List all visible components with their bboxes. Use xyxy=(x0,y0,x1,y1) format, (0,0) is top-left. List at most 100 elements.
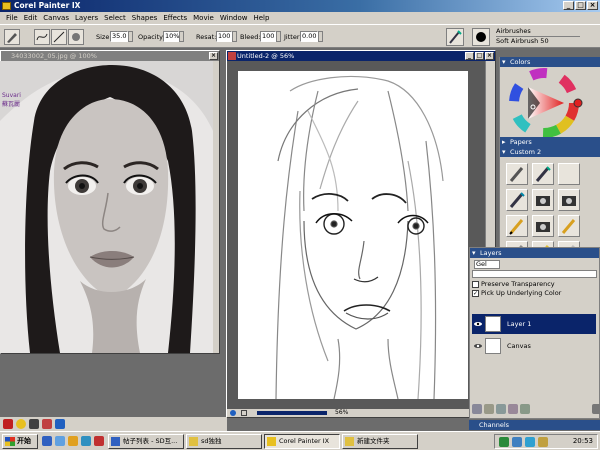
layer-opacity-slider[interactable] xyxy=(472,270,597,278)
media-icon[interactable] xyxy=(94,436,104,446)
canvas-viewport[interactable] xyxy=(227,61,495,409)
layer-commands-icon[interactable] xyxy=(484,404,494,414)
papers-panel-title[interactable]: Papers xyxy=(500,137,600,147)
close-button[interactable]: × xyxy=(587,1,598,10)
task-forum-list[interactable]: 帖子列表 - SD互... xyxy=(108,434,184,449)
folder-icon[interactable] xyxy=(68,436,78,446)
dynamic-plugins-icon[interactable] xyxy=(496,404,506,414)
task-sd-folder[interactable]: sd独独 xyxy=(186,434,262,449)
layer-item-layer-1[interactable]: Layer 1 xyxy=(472,314,596,334)
brush-airbrush-icon[interactable] xyxy=(532,163,554,185)
menu-movie[interactable]: Movie xyxy=(190,12,217,24)
task-corel-painter[interactable]: Corel Painter IX xyxy=(264,434,340,449)
size-field[interactable]: 35.0 xyxy=(110,31,128,42)
layer-adjuster-icon[interactable] xyxy=(472,404,482,414)
brush-camera-icon[interactable] xyxy=(532,189,554,211)
punctuation-icon[interactable] xyxy=(29,419,39,429)
size-spinner[interactable] xyxy=(128,31,133,42)
brush-camera-3-icon[interactable] xyxy=(532,215,554,237)
brush-selector-icon[interactable] xyxy=(446,28,464,46)
new-mask-icon[interactable] xyxy=(520,404,530,414)
straight-line-stroke-icon[interactable] xyxy=(51,29,67,45)
painter-app-icon xyxy=(2,2,11,10)
opacity-spinner[interactable] xyxy=(179,31,184,42)
menu-effects[interactable]: Effects xyxy=(160,12,190,24)
menu-edit[interactable]: Edit xyxy=(21,12,41,24)
brush-options-icon[interactable] xyxy=(68,29,84,45)
opacity-field[interactable]: 10% xyxy=(163,31,179,42)
eye-icon[interactable] xyxy=(474,342,482,350)
brush-camera-2-icon[interactable] xyxy=(558,189,580,211)
canvas-maximize-button[interactable]: □ xyxy=(475,52,484,60)
menu-window[interactable]: Window xyxy=(217,12,251,24)
keyboard-icon[interactable] xyxy=(42,419,52,429)
zoom-level[interactable]: 56% xyxy=(335,409,348,417)
menu-help[interactable]: Help xyxy=(250,12,272,24)
drawing-canvas[interactable] xyxy=(238,71,468,400)
task-new-folder[interactable]: 新建文件夹 xyxy=(342,434,418,449)
zoom-slider[interactable] xyxy=(257,411,327,415)
canvas-close-button[interactable]: × xyxy=(485,52,494,60)
menu-layers[interactable]: Layers xyxy=(72,12,101,24)
clock[interactable]: 20:53 xyxy=(573,435,593,448)
ime-chinese-icon[interactable] xyxy=(3,419,13,429)
resat-spinner[interactable] xyxy=(232,31,237,42)
menu-shapes[interactable]: Shapes xyxy=(129,12,161,24)
ie-icon[interactable] xyxy=(42,436,52,446)
eye-icon[interactable] xyxy=(474,320,482,328)
network-icon[interactable] xyxy=(499,437,509,447)
colors-panel-title[interactable]: Colors xyxy=(500,57,600,67)
bleed-field[interactable]: 100 xyxy=(260,31,276,42)
trash-icon[interactable] xyxy=(592,404,600,414)
jitter-spinner[interactable] xyxy=(318,31,323,42)
preserve-transparency-option[interactable]: Preserve Transparency xyxy=(470,278,599,288)
qq-icon[interactable] xyxy=(525,437,535,447)
brush-blank-icon[interactable] xyxy=(558,163,580,185)
brush-dab-preview-icon[interactable] xyxy=(472,28,490,46)
jitter-field[interactable]: 0.00 xyxy=(300,31,318,42)
channels-panel-title[interactable]: Channels xyxy=(469,420,600,430)
volume-icon[interactable] xyxy=(538,437,548,447)
menu-canvas[interactable]: Canvas xyxy=(40,12,72,24)
layer-item-canvas[interactable]: Canvas xyxy=(472,336,596,356)
custom-panel-title[interactable]: Custom 2 xyxy=(500,147,600,157)
preserve-transparency-checkbox[interactable] xyxy=(472,280,479,288)
bleed-spinner[interactable] xyxy=(276,31,281,42)
minimize-button[interactable]: _ xyxy=(563,1,574,10)
brush-tool-icon[interactable] xyxy=(4,29,20,45)
pick-up-underlying-option[interactable]: ✓ Pick Up Underlying Color xyxy=(470,288,599,298)
desktop-icon[interactable] xyxy=(55,436,65,446)
reference-close-button[interactable]: × xyxy=(209,52,218,60)
composite-method-select[interactable]: Gel xyxy=(474,260,500,269)
windows-taskbar: 开始 帖子列表 - SD互... sd独独 Corel Painter IX 新… xyxy=(0,431,600,450)
new-layer-icon[interactable] xyxy=(508,404,518,414)
globe-icon[interactable] xyxy=(230,410,236,416)
maximize-button[interactable]: □ xyxy=(575,1,586,10)
menu-select[interactable]: Select xyxy=(101,12,129,24)
canvas-minimize-button[interactable]: _ xyxy=(465,52,474,60)
brush-oil-icon[interactable] xyxy=(506,215,528,237)
layers-panel-title[interactable]: Layers xyxy=(470,248,599,258)
pick-up-underlying-checkbox[interactable]: ✓ xyxy=(472,289,479,297)
canvas-window-title[interactable]: Untitled-2 @ 56% _ □ × xyxy=(227,51,495,61)
msn-icon[interactable] xyxy=(512,437,522,447)
brush-name-box[interactable]: Airbrushes Soft Airbrush 50 xyxy=(496,27,580,47)
outlook-icon[interactable] xyxy=(81,436,91,446)
resat-field[interactable]: 100 xyxy=(216,31,232,42)
layer-composite-row: Gel xyxy=(470,258,599,270)
reference-photo: Suvari 蘇瓦麗 xyxy=(0,61,213,353)
ime-menu-icon[interactable] xyxy=(55,419,65,429)
jitter-label: Jitter: xyxy=(284,33,302,41)
brush-airbrush-2-icon[interactable] xyxy=(506,189,528,211)
color-picker[interactable] xyxy=(500,67,600,138)
grabber-icon[interactable] xyxy=(241,410,247,416)
freehand-stroke-icon[interactable] xyxy=(34,29,50,45)
windows-flag-icon xyxy=(5,437,15,446)
reference-window-title[interactable]: 34033002_05.jpg @ 100% × xyxy=(1,51,219,61)
brush-pencil-icon[interactable] xyxy=(506,163,528,185)
moon-icon[interactable] xyxy=(16,419,26,429)
brush-gold-icon[interactable] xyxy=(558,215,580,237)
app-title-bar[interactable]: Corel Painter IX _ □ × xyxy=(0,0,600,12)
start-button[interactable]: 开始 xyxy=(2,434,38,449)
menu-file[interactable]: File xyxy=(3,12,21,24)
